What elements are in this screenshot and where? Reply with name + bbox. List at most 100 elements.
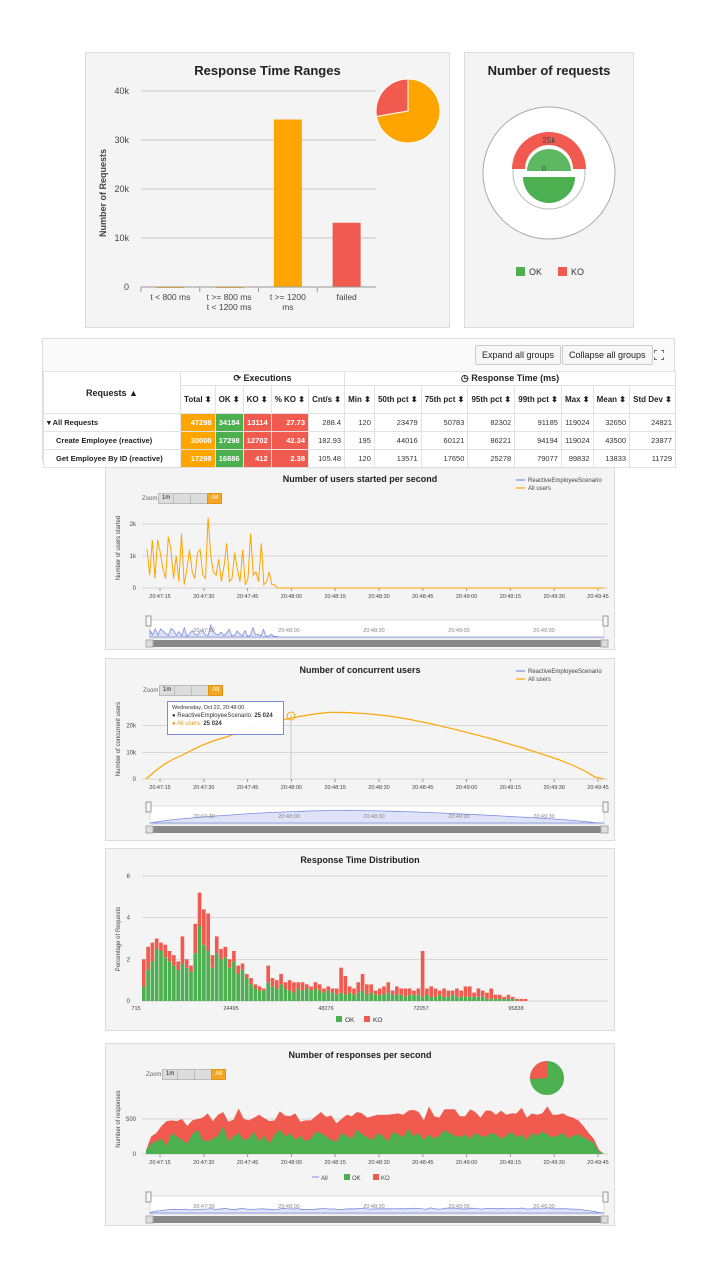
c3-chart: 0 2 4 6 Percentage of Requests 715 24495 48276 7…	[116, 874, 608, 1024]
bar-ok	[489, 998, 494, 1001]
bar-ko	[450, 990, 455, 995]
bar-ok	[403, 996, 408, 1001]
bar-ok	[210, 967, 215, 1001]
x-tick-label: 20:48:15	[324, 785, 345, 791]
column-header[interactable]: % KO ⬍	[270, 385, 310, 414]
bar-ok	[313, 988, 318, 1001]
column-header[interactable]: Min ⬍	[344, 385, 375, 414]
bar-ok	[279, 984, 283, 1001]
bar-ok	[382, 994, 386, 1001]
bar-ko	[176, 961, 180, 970]
request-name[interactable]: ▾ All Requests	[43, 413, 181, 432]
column-header[interactable]: Std Dev ⬍	[629, 385, 676, 414]
bar-ok	[395, 994, 399, 1001]
legend-label: ReactiveEmployeeScenario	[528, 478, 602, 484]
table-cell: 25278	[467, 449, 516, 468]
y-axis-label: Number of responses	[116, 1090, 122, 1147]
bar-ok	[420, 996, 425, 1001]
y-tick-label: 500	[126, 1117, 137, 1123]
y-axis-label: Percentage of Requests	[116, 907, 122, 971]
x-tick-label: 24495	[223, 1006, 238, 1012]
request-name[interactable]: Create Employee (reactive)	[43, 431, 181, 450]
navigator-tick-label: 20:48:00	[278, 1204, 299, 1210]
column-header[interactable]: OK ⬍	[214, 385, 244, 414]
c2-chart: 0 10k 20k 20:47:15 20:47:30 20:47:45 20:48:00 2…	[116, 669, 609, 834]
bar-ko	[167, 951, 172, 962]
column-header[interactable]: 95th pct ⬍	[467, 385, 516, 414]
navigator-handle-right	[602, 1191, 609, 1203]
bar-ok	[369, 992, 373, 1001]
bar-ko	[429, 986, 434, 997]
users-started-panel: Number of users started per second Zoom …	[105, 467, 615, 650]
table-cell: 119024	[560, 413, 594, 432]
bar-ok	[219, 959, 223, 1001]
bar-ko	[446, 990, 451, 997]
y-axis-label: Number of concurrent users	[116, 702, 122, 776]
table-cell: 30000	[180, 431, 216, 450]
bar-ko	[287, 980, 292, 991]
legend-ko-label: KO	[373, 1017, 382, 1024]
bar-ko	[202, 909, 206, 945]
bar-ok	[347, 992, 352, 1001]
column-header[interactable]: 75th pct ⬍	[420, 385, 469, 414]
bar-ko	[390, 990, 395, 995]
bar-ko	[283, 982, 288, 989]
bar-ko	[223, 946, 228, 958]
x-tick-label: 20:48:15	[324, 1160, 345, 1166]
bar-ok	[326, 990, 331, 1001]
table-cell: 91185	[514, 413, 562, 432]
table-row[interactable]: ▾ All Requests 47298 34184 13114 27.73 288.4 1…	[43, 413, 676, 432]
bar-ok	[146, 969, 150, 1001]
column-header[interactable]: 99th pct ⬍	[514, 385, 562, 414]
bar-ko	[485, 992, 489, 999]
bar-ko	[214, 936, 219, 954]
table-cell: 182.93	[308, 431, 346, 450]
bar-ok	[283, 988, 288, 1001]
x-tick-label: 72057	[413, 1006, 428, 1012]
y-tick-label: 10k	[126, 750, 137, 756]
column-header[interactable]: 50th pct ⬍	[373, 385, 422, 414]
expand-all-groups-button[interactable]: Expand all groups	[475, 345, 562, 365]
response-time-distribution-panel: Response Time Distribution 0 2 4 6 Percentag…	[105, 848, 615, 1031]
y-tick-label: 6	[127, 874, 131, 880]
table-cell: 86221	[467, 431, 516, 450]
table-cell: 13114	[242, 413, 272, 432]
tooltip-date: Wednesday, Oct 22, 20:48:00	[172, 705, 245, 711]
bar-ko	[480, 990, 485, 997]
bar-ko	[472, 992, 476, 997]
column-header[interactable]: Max ⬍	[560, 385, 594, 414]
column-header[interactable]: Total ⬍	[180, 385, 216, 414]
bar-ok	[343, 994, 348, 1001]
column-header[interactable]: Mean ⬍	[592, 385, 631, 414]
request-name[interactable]: Get Employee By ID (reactive)	[43, 449, 181, 468]
bar-ok	[476, 996, 481, 1001]
collapse-all-groups-button[interactable]: Collapse all groups	[562, 345, 653, 365]
requests-column-header[interactable]: Requests ▲	[43, 371, 181, 414]
bar-ko	[442, 988, 446, 997]
navigator-handle-right	[602, 615, 609, 627]
bar-ok	[425, 994, 429, 1001]
x-tick-label: 20:49:45	[587, 594, 608, 600]
x-tick-label: 20:49:00	[456, 594, 477, 600]
column-header[interactable]: KO ⬍	[242, 385, 272, 414]
x-tick-label: 20:48:45	[412, 1160, 433, 1166]
table-row[interactable]: Get Employee By ID (reactive) 17298 16886 4…	[43, 449, 676, 468]
bar-ko	[523, 998, 528, 1001]
table-row[interactable]: Create Employee (reactive) 30000 17298 1270…	[43, 431, 676, 450]
bar-ok	[472, 996, 476, 1001]
c1-chart: 0 1k 2k 20:47:15 20:47:30 20:47:45 20:48:00 20:…	[116, 478, 609, 648]
bar-ko	[412, 990, 416, 995]
fullscreen-icon[interactable]	[653, 347, 665, 361]
bar-ko	[274, 980, 279, 989]
y-tick-label: 2k	[130, 522, 137, 528]
bar-ko	[455, 988, 459, 997]
bar-ko	[343, 976, 348, 995]
table-cell: 195	[344, 431, 375, 450]
table-cell: 32650	[592, 413, 631, 432]
refresh-icon: ⟳	[233, 373, 244, 383]
x-tick-label: 20:48:00	[281, 785, 302, 791]
legend-ok-swatch	[516, 267, 525, 276]
bar-ok	[150, 961, 155, 1001]
bar-ok	[377, 994, 382, 1001]
column-header[interactable]: Cnt/s ⬍	[308, 385, 346, 414]
